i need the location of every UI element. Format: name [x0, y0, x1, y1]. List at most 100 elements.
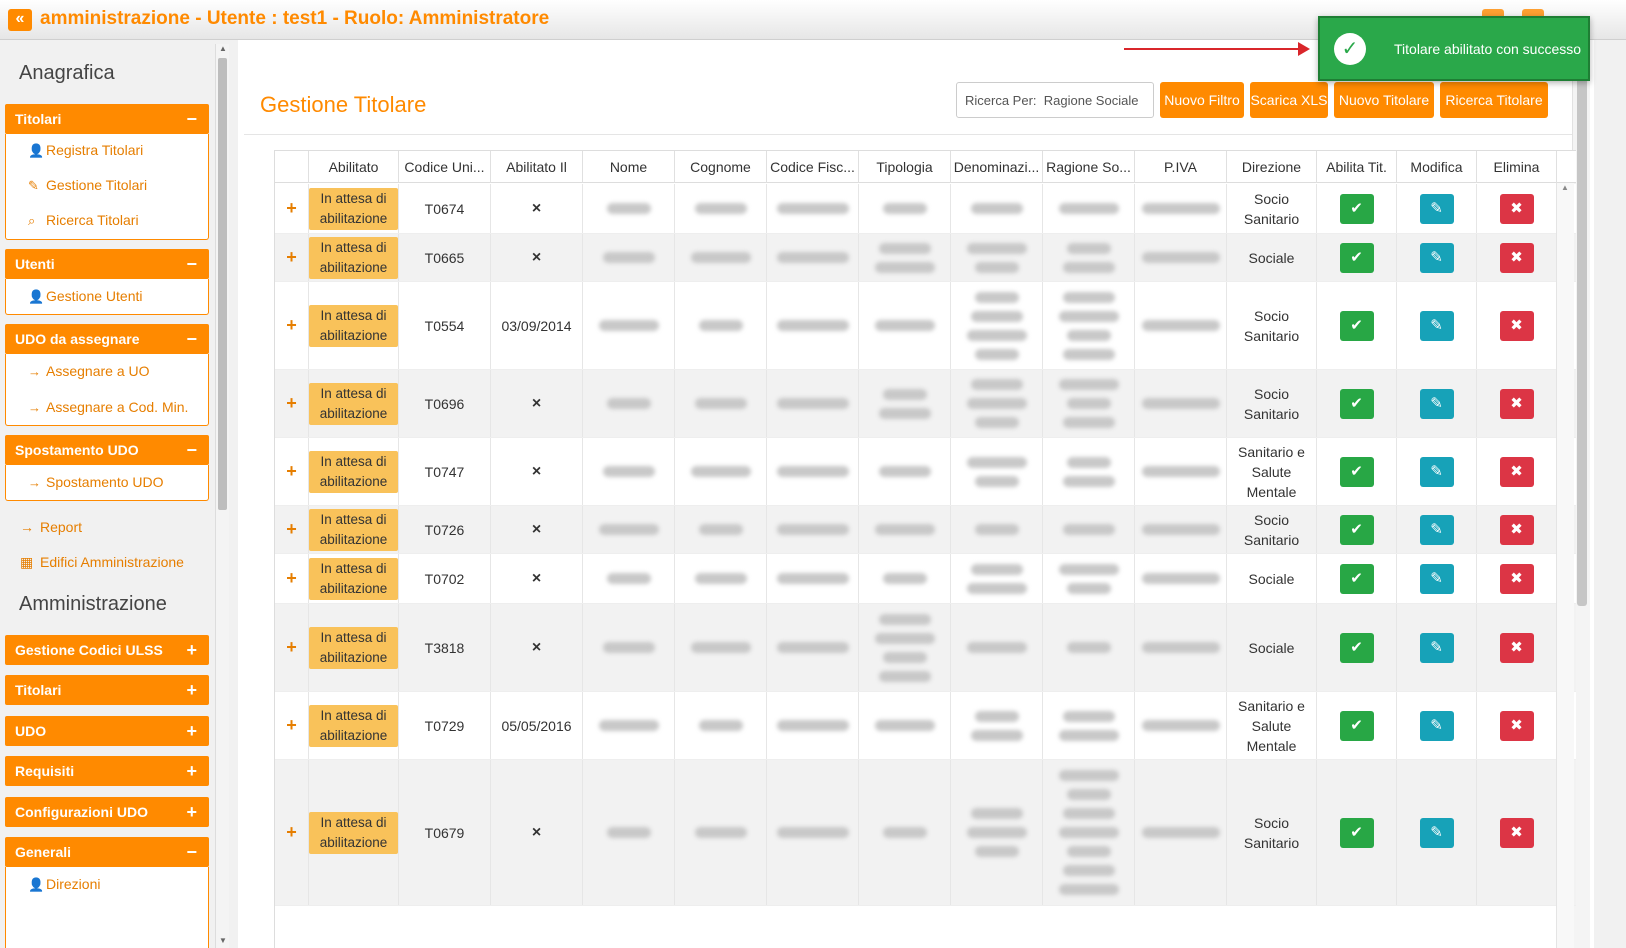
- sidebar-group-spostamento-udo[interactable]: Spostamento UDO −: [5, 435, 209, 465]
- sidebar-group-admin-titolari[interactable]: Titolari +: [5, 675, 209, 705]
- sidebar-item-assegnare-uo[interactable]: → Assegnare a UO: [28, 361, 150, 381]
- collapse-icon[interactable]: −: [186, 837, 197, 867]
- cell-elimina[interactable]: ✖: [1477, 438, 1557, 505]
- edit-button[interactable]: ✎: [1419, 456, 1454, 487]
- sidebar-item-direzioni[interactable]: 👤 Direzioni: [28, 874, 100, 894]
- cell-modifica[interactable]: ✎: [1397, 554, 1477, 603]
- cell-abilita[interactable]: ✔: [1317, 604, 1397, 691]
- cell-abilita[interactable]: ✔: [1317, 506, 1397, 553]
- expand-row-icon[interactable]: +: [286, 637, 297, 658]
- expand-row-icon[interactable]: +: [286, 461, 297, 482]
- col-abilita-tit[interactable]: Abilita Tit.: [1317, 151, 1397, 183]
- sidebar-group-udo[interactable]: UDO +: [5, 716, 209, 746]
- delete-button[interactable]: ✖: [1499, 242, 1534, 273]
- expand-row-icon[interactable]: +: [286, 247, 297, 268]
- cell-modifica[interactable]: ✎: [1397, 692, 1477, 759]
- sidebar-group-utenti[interactable]: Utenti −: [5, 249, 209, 279]
- cell-modifica[interactable]: ✎: [1397, 760, 1477, 905]
- expand-row-icon[interactable]: +: [286, 393, 297, 414]
- cell-modifica[interactable]: ✎: [1397, 234, 1477, 281]
- col-abilitato[interactable]: Abilitato: [309, 151, 399, 183]
- sidebar-group-gestione-codici-ulss[interactable]: Gestione Codici ULSS +: [5, 635, 209, 665]
- collapse-icon[interactable]: −: [186, 324, 197, 354]
- cell-elimina[interactable]: ✖: [1477, 370, 1557, 437]
- edit-button[interactable]: ✎: [1419, 193, 1454, 224]
- edit-button[interactable]: ✎: [1419, 563, 1454, 594]
- edit-button[interactable]: ✎: [1419, 514, 1454, 545]
- cell-expand[interactable]: +: [275, 760, 309, 905]
- delete-button[interactable]: ✖: [1499, 710, 1534, 741]
- edit-button[interactable]: ✎: [1419, 710, 1454, 741]
- expand-row-icon[interactable]: +: [286, 198, 297, 219]
- enable-titolare-button[interactable]: ✔: [1339, 514, 1374, 545]
- cell-modifica[interactable]: ✎: [1397, 438, 1477, 505]
- cell-elimina[interactable]: ✖: [1477, 760, 1557, 905]
- sidebar-group-titolari[interactable]: Titolari −: [5, 104, 209, 134]
- cell-abilita[interactable]: ✔: [1317, 184, 1397, 233]
- sidebar-group-udo-da-assegnare[interactable]: UDO da assegnare −: [5, 324, 209, 354]
- col-codice-fiscale[interactable]: Codice Fisc...: [767, 151, 859, 183]
- expand-row-icon[interactable]: +: [286, 715, 297, 736]
- nuovo-filtro-button[interactable]: Nuovo Filtro: [1160, 82, 1244, 118]
- delete-button[interactable]: ✖: [1499, 193, 1534, 224]
- cell-modifica[interactable]: ✎: [1397, 184, 1477, 233]
- expand-icon[interactable]: +: [186, 756, 197, 786]
- cell-modifica[interactable]: ✎: [1397, 282, 1477, 369]
- cell-expand[interactable]: +: [275, 234, 309, 281]
- enable-titolare-button[interactable]: ✔: [1339, 817, 1374, 848]
- scroll-up-icon[interactable]: ▲: [218, 44, 228, 53]
- col-ragione-sociale[interactable]: Ragione So...: [1043, 151, 1135, 183]
- col-tipologia[interactable]: Tipologia: [859, 151, 951, 183]
- enable-titolare-button[interactable]: ✔: [1339, 310, 1374, 341]
- expand-icon[interactable]: +: [186, 716, 197, 746]
- col-abilitato-il[interactable]: Abilitato Il: [491, 151, 583, 183]
- delete-button[interactable]: ✖: [1499, 456, 1534, 487]
- sidebar-item-gestione-titolari[interactable]: ✎ Gestione Titolari: [28, 175, 147, 195]
- search-input[interactable]: Ricerca Per: Ragione Sociale: [956, 82, 1154, 118]
- cell-expand[interactable]: +: [275, 184, 309, 233]
- collapse-icon[interactable]: −: [186, 249, 197, 279]
- cell-expand[interactable]: +: [275, 506, 309, 553]
- expand-icon[interactable]: +: [186, 797, 197, 827]
- cell-expand[interactable]: +: [275, 282, 309, 369]
- expand-row-icon[interactable]: +: [286, 315, 297, 336]
- cell-abilita[interactable]: ✔: [1317, 692, 1397, 759]
- nuovo-titolare-button[interactable]: Nuovo Titolare: [1334, 82, 1434, 118]
- edit-button[interactable]: ✎: [1419, 817, 1454, 848]
- sidebar-scroll-thumb[interactable]: [218, 58, 227, 510]
- edit-button[interactable]: ✎: [1419, 242, 1454, 273]
- cell-abilita[interactable]: ✔: [1317, 370, 1397, 437]
- main-scroll-thumb[interactable]: [1577, 54, 1587, 606]
- sidebar-item-ricerca-titolari[interactable]: ⌕ Ricerca Titolari: [28, 210, 139, 230]
- col-denominazione[interactable]: Denominazi...: [951, 151, 1043, 183]
- expand-row-icon[interactable]: +: [286, 519, 297, 540]
- collapse-icon[interactable]: −: [186, 435, 197, 465]
- delete-button[interactable]: ✖: [1499, 632, 1534, 663]
- col-direzione[interactable]: Direzione: [1227, 151, 1317, 183]
- expand-row-icon[interactable]: +: [286, 568, 297, 589]
- sidebar-item-gestione-utenti[interactable]: 👤 Gestione Utenti: [28, 286, 143, 306]
- ricerca-titolare-button[interactable]: Ricerca Titolare: [1440, 82, 1548, 118]
- cell-elimina[interactable]: ✖: [1477, 604, 1557, 691]
- cell-expand[interactable]: +: [275, 604, 309, 691]
- edit-button[interactable]: ✎: [1419, 388, 1454, 419]
- enable-titolare-button[interactable]: ✔: [1339, 710, 1374, 741]
- cell-expand[interactable]: +: [275, 370, 309, 437]
- cell-elimina[interactable]: ✖: [1477, 234, 1557, 281]
- sidebar-group-generali[interactable]: Generali −: [5, 837, 209, 867]
- col-cognome[interactable]: Cognome: [675, 151, 767, 183]
- col-codice-univoco[interactable]: Codice Uni...: [399, 151, 491, 183]
- sidebar-item-report[interactable]: → Report: [20, 517, 82, 537]
- enable-titolare-button[interactable]: ✔: [1339, 632, 1374, 663]
- table-scrollbar[interactable]: ▲: [1556, 183, 1574, 948]
- edit-button[interactable]: ✎: [1419, 310, 1454, 341]
- col-modifica[interactable]: Modifica: [1397, 151, 1477, 183]
- sidebar-item-spostamento-udo[interactable]: → Spostamento UDO: [28, 472, 164, 492]
- sidebar-item-edifici-amministrazione[interactable]: ▦ Edifici Amministrazione: [20, 552, 184, 572]
- cell-elimina[interactable]: ✖: [1477, 184, 1557, 233]
- sidebar-scrollbar[interactable]: ▲ ▼: [215, 44, 229, 948]
- col-nome[interactable]: Nome: [583, 151, 675, 183]
- delete-button[interactable]: ✖: [1499, 388, 1534, 419]
- enable-titolare-button[interactable]: ✔: [1339, 563, 1374, 594]
- cell-modifica[interactable]: ✎: [1397, 506, 1477, 553]
